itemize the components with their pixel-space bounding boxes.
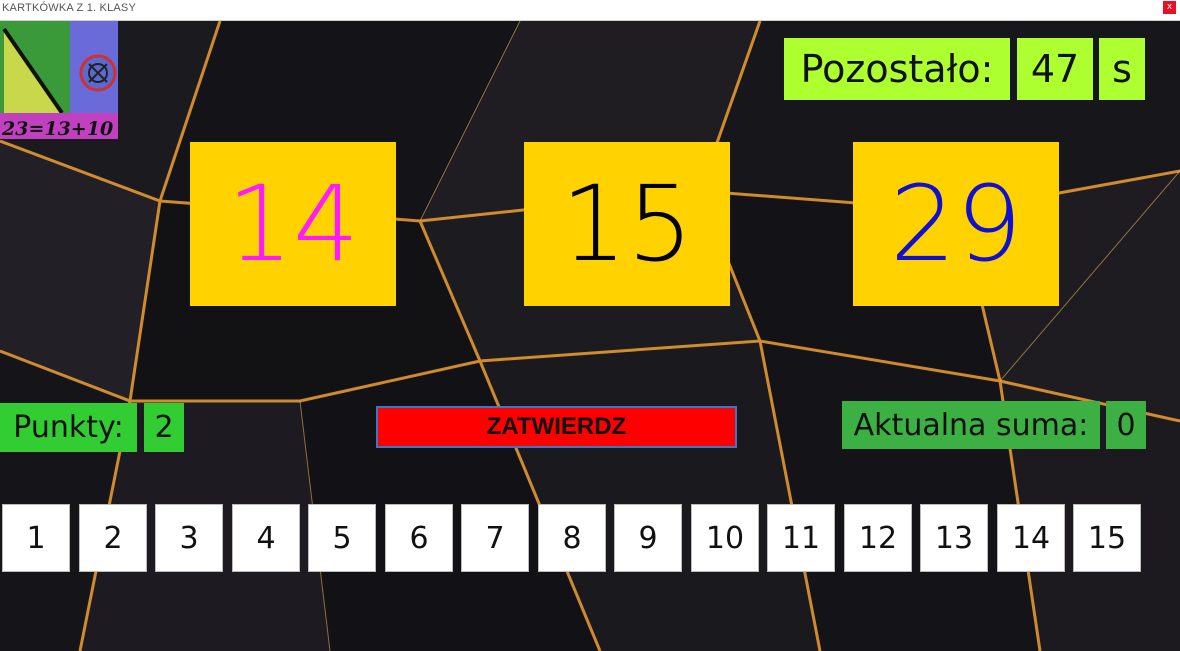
app-logo: 23=13+10 <box>0 21 118 139</box>
submit-button[interactable]: ZATWIERDZ <box>376 406 737 448</box>
target-sum-card: 29 <box>853 142 1059 306</box>
number-choice-button[interactable]: 9 <box>614 504 682 572</box>
number-value: 14 <box>226 163 360 285</box>
number-choice-button[interactable]: 4 <box>232 504 300 572</box>
addend-card: 15 <box>524 142 730 306</box>
logo-caption: 23=13+10 <box>1 118 113 139</box>
number-choice-button[interactable]: 11 <box>767 504 835 572</box>
number-choice-button[interactable]: 3 <box>155 504 223 572</box>
points-value: 2 <box>144 403 184 452</box>
number-choice-button[interactable]: 13 <box>920 504 988 572</box>
time-remaining-value: 47 <box>1017 38 1093 100</box>
number-choice-button[interactable]: 5 <box>308 504 376 572</box>
points-label: Punkty: <box>0 403 137 452</box>
time-unit: s <box>1099 38 1145 100</box>
title-bar: KARTKÓWKA Z 1. KLASY x <box>0 0 1180 21</box>
close-button[interactable]: x <box>1163 1 1176 14</box>
number-value: 29 <box>889 163 1023 285</box>
window-title: KARTKÓWKA Z 1. KLASY <box>2 2 137 14</box>
number-choice-button[interactable]: 1 <box>2 504 70 572</box>
number-choice-button[interactable]: 12 <box>844 504 912 572</box>
number-choice-button[interactable]: 10 <box>691 504 759 572</box>
number-choice-button[interactable]: 14 <box>997 504 1065 572</box>
number-choice-button[interactable]: 8 <box>538 504 606 572</box>
number-choice-button[interactable]: 2 <box>79 504 147 572</box>
number-choice-button[interactable]: 7 <box>461 504 529 572</box>
number-choice-button[interactable]: 15 <box>1073 504 1141 572</box>
time-remaining-label: Pozostało: <box>784 38 1010 100</box>
addend-card: 14 <box>190 142 396 306</box>
number-choice-button[interactable]: 6 <box>385 504 453 572</box>
current-sum-value: 0 <box>1106 401 1146 449</box>
number-value: 15 <box>560 163 694 285</box>
current-sum-label: Aktualna suma: <box>842 401 1100 449</box>
